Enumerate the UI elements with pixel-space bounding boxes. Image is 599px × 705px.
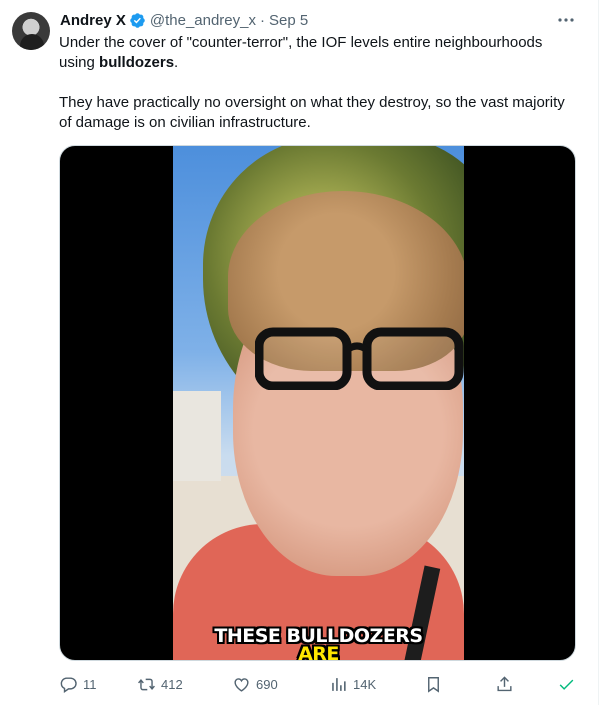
video-caption-line-2: ARE: [298, 643, 339, 661]
video-frame: [173, 146, 464, 660]
more-icon[interactable]: [556, 12, 576, 28]
tweet-text-end: .: [174, 54, 179, 71]
tweet[interactable]: Andrey X @the_andrey_x · Sep 5 Under the…: [0, 0, 599, 705]
tweet-text: Under the cover of "counter-terror", the…: [59, 33, 579, 133]
retweet-icon: [138, 678, 155, 690]
bookmark-button[interactable]: [424, 672, 443, 696]
action-bar: 11 412 690 14K: [59, 672, 584, 696]
checkmark-icon: [559, 679, 574, 690]
reply-button[interactable]: 11: [59, 672, 97, 696]
views-button[interactable]: 14K: [329, 672, 376, 696]
like-icon: [234, 677, 249, 692]
separator-dot: ·: [260, 11, 265, 29]
video-person-glasses: [255, 327, 464, 390]
verified-badge-icon: [130, 12, 145, 28]
reply-icon: [60, 676, 77, 693]
views-count: 14K: [353, 676, 377, 692]
display-name[interactable]: Andrey X: [60, 12, 126, 29]
tweet-header: Andrey X @the_andrey_x · Sep 5: [60, 10, 308, 30]
tweet-text-bold: bulldozers: [99, 54, 175, 71]
views-icon: [332, 677, 346, 691]
retweet-count: 412: [161, 676, 183, 692]
like-button[interactable]: 690: [232, 672, 278, 696]
video-player[interactable]: THESE BULLDOZERS ARE: [59, 145, 576, 661]
avatar[interactable]: [12, 12, 50, 50]
share-icon: [497, 675, 512, 691]
post-date[interactable]: Sep 5: [269, 12, 308, 29]
checkmark-button[interactable]: [557, 672, 576, 696]
reply-count: 11: [83, 676, 97, 692]
bookmark-icon: [428, 676, 439, 693]
tweet-paragraph-2: They have practically no oversight on wh…: [59, 94, 565, 131]
retweet-button[interactable]: 412: [137, 672, 183, 696]
like-count: 690: [256, 676, 278, 692]
share-button[interactable]: [495, 672, 514, 696]
handle[interactable]: @the_andrey_x: [150, 12, 256, 29]
video-background-building: [173, 391, 221, 481]
tweet-paragraph-1: Under the cover of "counter-terror", the…: [59, 33, 579, 73]
